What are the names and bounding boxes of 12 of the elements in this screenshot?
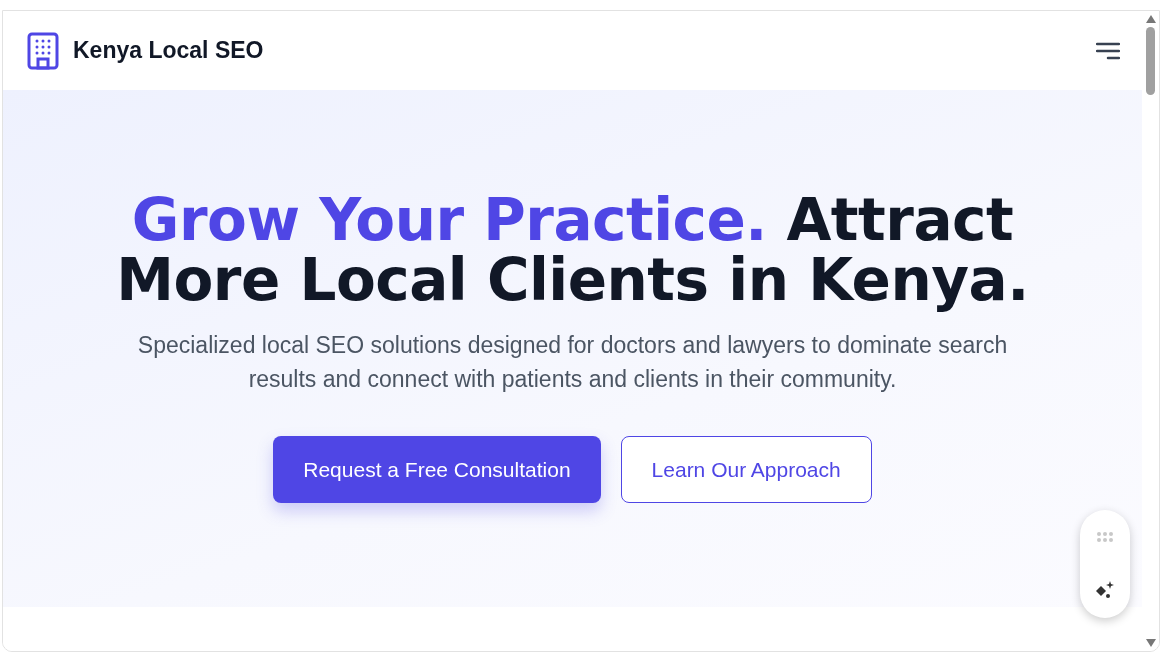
hero-subtitle: Specialized local SEO solutions designed for doctors and lawyers to dominate search results and connect with patients and clients in their community. (136, 331, 1009, 394)
scroll-up-icon[interactable] (1145, 15, 1156, 23)
building-icon (27, 31, 59, 70)
menu-icon[interactable] (1096, 40, 1120, 61)
sparkle-icon[interactable] (1095, 580, 1115, 600)
brand-name: Kenya Local SEO (73, 37, 264, 64)
drag-handle-icon[interactable] (1097, 532, 1113, 543)
scrollbar-thumb[interactable] (1146, 27, 1155, 95)
approach-button[interactable]: Learn Our Approach (620, 436, 872, 503)
consultation-button[interactable]: Request a Free Consultation (273, 436, 601, 503)
hero-title: Grow Your Practice. Attract More Local Clients in Kenya. (115, 190, 1030, 310)
scroll-down-icon[interactable] (1145, 639, 1156, 647)
